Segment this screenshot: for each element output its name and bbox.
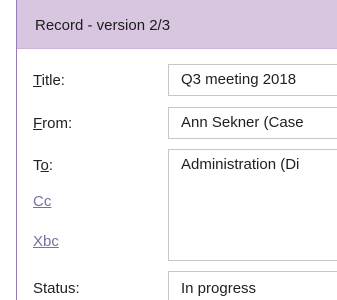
status-field[interactable]: In progress xyxy=(168,271,337,300)
title-field[interactable]: Q3 meeting 2018 xyxy=(168,64,337,96)
title-bar: Record - version 2/3 xyxy=(17,0,337,49)
to-label-suffix: : xyxy=(48,157,54,174)
xbc-link[interactable]: Xbc xyxy=(33,233,59,250)
from-label-mnemonic: F xyxy=(33,115,43,132)
to-label-prefix: T xyxy=(33,157,41,174)
to-field-value: Administration (Di xyxy=(181,156,300,173)
from-label-text: rom: xyxy=(42,115,73,132)
record-window: Record - version 2/3 Title: Q3 meeting 2… xyxy=(0,0,337,300)
title-label-mnemonic: T xyxy=(33,72,42,89)
from-field[interactable]: Ann Sekner (Case xyxy=(168,107,337,139)
from-label: From: xyxy=(33,115,72,132)
title-label: Title: xyxy=(33,72,65,89)
to-label-mnemonic: o xyxy=(40,157,49,174)
to-label: To: xyxy=(33,157,53,174)
title-field-value: Q3 meeting 2018 xyxy=(181,71,297,88)
status-label: Status: xyxy=(33,280,80,297)
window-title: Record - version 2/3 xyxy=(35,17,171,34)
to-field[interactable]: Administration (Di xyxy=(168,149,337,261)
status-field-value: In progress xyxy=(181,280,257,297)
from-field-value: Ann Sekner (Case xyxy=(181,114,304,131)
cc-link[interactable]: Cc xyxy=(33,193,51,210)
title-label-text: itle: xyxy=(41,72,65,89)
